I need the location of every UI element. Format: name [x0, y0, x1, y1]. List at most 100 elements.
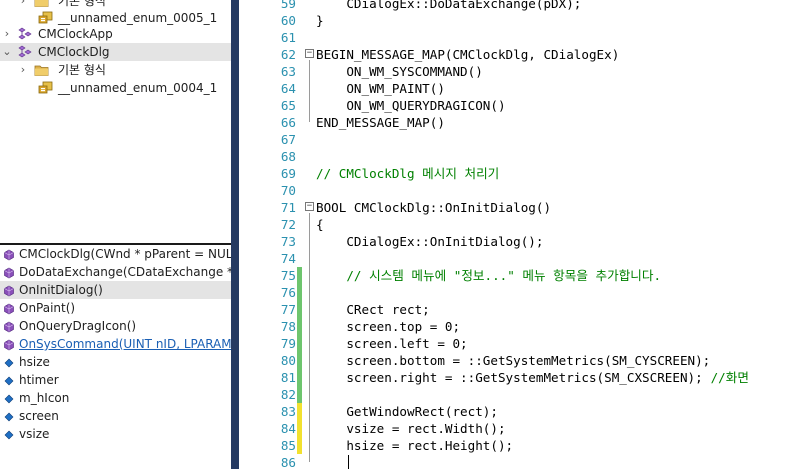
member-item[interactable]: hsize	[0, 353, 231, 371]
line-number: 75	[280, 268, 296, 283]
code-line[interactable]: 81 screen.right = ::GetSystemMetrics(SM_…	[256, 369, 797, 386]
code-line[interactable]: 76	[256, 284, 797, 301]
member-label: OnSysCommand(UINT nID, LPARAM lParam)	[19, 337, 231, 351]
code-line[interactable]: 68	[256, 148, 797, 165]
line-number: 69	[280, 166, 296, 181]
code-text: END_MESSAGE_MAP()	[316, 115, 445, 130]
member-item[interactable]: htimer	[0, 371, 231, 389]
code-line[interactable]: 79 screen.left = 0;	[256, 335, 797, 352]
member-label: m_hIcon	[19, 391, 70, 405]
code-line[interactable]: 61	[256, 29, 797, 46]
code-text: BOOL CMClockDlg::OnInitDialog()	[316, 200, 552, 215]
code-line[interactable]: 86	[256, 454, 797, 469]
line-number: 62	[280, 47, 296, 62]
line-number: 63	[280, 64, 296, 79]
code-line[interactable]: 84 vsize = rect.Width();	[256, 420, 797, 437]
text-caret	[348, 455, 349, 469]
vertical-splitter[interactable]	[231, 0, 239, 469]
member-item[interactable]: OnPaint()	[0, 299, 231, 317]
line-number: 72	[280, 217, 296, 232]
change-marker	[297, 420, 302, 437]
code-text: // CMClockDlg 메시지 처리기	[316, 166, 500, 181]
code-line[interactable]: 63 ON_WM_SYSCOMMAND()	[256, 63, 797, 80]
field-icon	[3, 428, 15, 440]
line-number: 67	[280, 132, 296, 147]
expand-arrow-icon[interactable]: ›	[2, 25, 12, 43]
code-line[interactable]: 75 // 시스템 메뉴에 "정보..." 메뉴 항목을 추가합니다.	[256, 267, 797, 284]
member-item[interactable]: DoDataExchange(CDataExchange * pDX)	[0, 263, 231, 281]
expand-arrow-icon[interactable]: ›	[18, 61, 28, 79]
folder-icon	[34, 0, 49, 8]
code-line[interactable]: 64 ON_WM_PAINT()	[256, 80, 797, 97]
line-number: 82	[280, 387, 296, 402]
tree-item[interactable]: __unnamed_enum_0004_1	[0, 79, 231, 97]
code-text: screen.right = ::GetSystemMetrics(SM_CXS…	[316, 370, 703, 385]
enum-icon	[38, 11, 53, 25]
code-line[interactable]: 82	[256, 386, 797, 403]
tree-item-label: 기본 형식	[58, 63, 106, 77]
code-text: CRect rect;	[316, 302, 430, 317]
enum-icon	[38, 81, 53, 95]
collapse-arrow-icon[interactable]: ⌄	[2, 43, 12, 61]
member-label: CMClockDlg(CWnd * pParent = NULL)	[19, 247, 231, 261]
code-line[interactable]: 74	[256, 250, 797, 267]
change-marker	[297, 267, 302, 284]
member-item[interactable]: OnQueryDragIcon()	[0, 317, 231, 335]
change-marker	[297, 437, 302, 454]
code-line[interactable]: 77 CRect rect;	[256, 301, 797, 318]
code-line[interactable]: 72 {	[256, 216, 797, 233]
member-list: CMClockDlg(CWnd * pParent = NULL) DoDataE…	[0, 245, 231, 469]
tree-item-label: __unnamed_enum_0004_1	[58, 81, 218, 95]
member-item[interactable]: OnInitDialog()	[0, 281, 231, 299]
line-number: 64	[280, 81, 296, 96]
line-number: 66	[280, 115, 296, 130]
code-text: GetWindowRect(rect);	[316, 404, 498, 419]
change-marker	[297, 369, 302, 386]
tree-item[interactable]: ⌄ CMClockDlg	[0, 43, 231, 61]
code-line[interactable]: 62− BEGIN_MESSAGE_MAP(CMClockDlg, CDialog…	[256, 46, 797, 63]
field-icon	[3, 410, 15, 422]
code-line[interactable]: 67	[256, 131, 797, 148]
tree-item[interactable]: › 기본 형식	[0, 61, 231, 79]
code-text: ON_WM_PAINT()	[316, 81, 445, 96]
method-icon	[3, 338, 15, 351]
fold-guide	[309, 213, 310, 462]
code-line[interactable]: 78 screen.top = 0;	[256, 318, 797, 335]
member-label: screen	[19, 409, 59, 423]
method-icon	[3, 320, 15, 333]
member-label: DoDataExchange(CDataExchange * pDX)	[19, 265, 231, 279]
code-editor[interactable]: 59 CDialogEx::DoDataExchange(pDX); 60} 61 6…	[256, 0, 797, 469]
member-item[interactable]: screen	[0, 407, 231, 425]
code-line[interactable]: 69 // CMClockDlg 메시지 처리기	[256, 165, 797, 182]
code-text: ON_WM_QUERYDRAGICON()	[316, 98, 506, 113]
member-item[interactable]: m_hIcon	[0, 389, 231, 407]
class-icon	[18, 45, 33, 59]
field-icon	[3, 374, 15, 386]
code-line[interactable]: 80 screen.bottom = ::GetSystemMetrics(SM…	[256, 352, 797, 369]
code-line[interactable]: 71− BOOL CMClockDlg::OnInitDialog()	[256, 199, 797, 216]
line-number: 86	[280, 455, 296, 469]
code-text: vsize = rect.Width();	[316, 421, 506, 436]
member-item[interactable]: CMClockDlg(CWnd * pParent = NULL)	[0, 245, 231, 263]
tree-item[interactable]: › CMClockApp	[0, 25, 231, 43]
code-line[interactable]: 70	[256, 182, 797, 199]
code-line[interactable]: 83 GetWindowRect(rect);	[256, 403, 797, 420]
fold-toggle-icon[interactable]: −	[305, 49, 314, 58]
change-marker	[297, 318, 302, 335]
code-line[interactable]: 66 END_MESSAGE_MAP()	[256, 114, 797, 131]
code-text: screen.top = 0;	[316, 319, 461, 334]
code-line[interactable]: 59 CDialogEx::DoDataExchange(pDX);	[256, 0, 797, 12]
fold-guide	[309, 60, 310, 122]
code-line[interactable]: 65 ON_WM_QUERYDRAGICON()	[256, 97, 797, 114]
member-item[interactable]: OnSysCommand(UINT nID, LPARAM lParam)	[0, 335, 231, 353]
code-line[interactable]: 60}	[256, 12, 797, 29]
fold-toggle-icon[interactable]: −	[305, 202, 314, 211]
member-item[interactable]: vsize	[0, 425, 231, 443]
line-number: 83	[280, 404, 296, 419]
change-marker	[297, 284, 302, 301]
code-line[interactable]: 85 hsize = rect.Height();	[256, 437, 797, 454]
line-number: 79	[280, 336, 296, 351]
code-line[interactable]: 73 CDialogEx::OnInitDialog();	[256, 233, 797, 250]
change-marker	[297, 352, 302, 369]
code-text: screen.bottom = ::GetSystemMetrics(SM_CY…	[316, 353, 711, 368]
